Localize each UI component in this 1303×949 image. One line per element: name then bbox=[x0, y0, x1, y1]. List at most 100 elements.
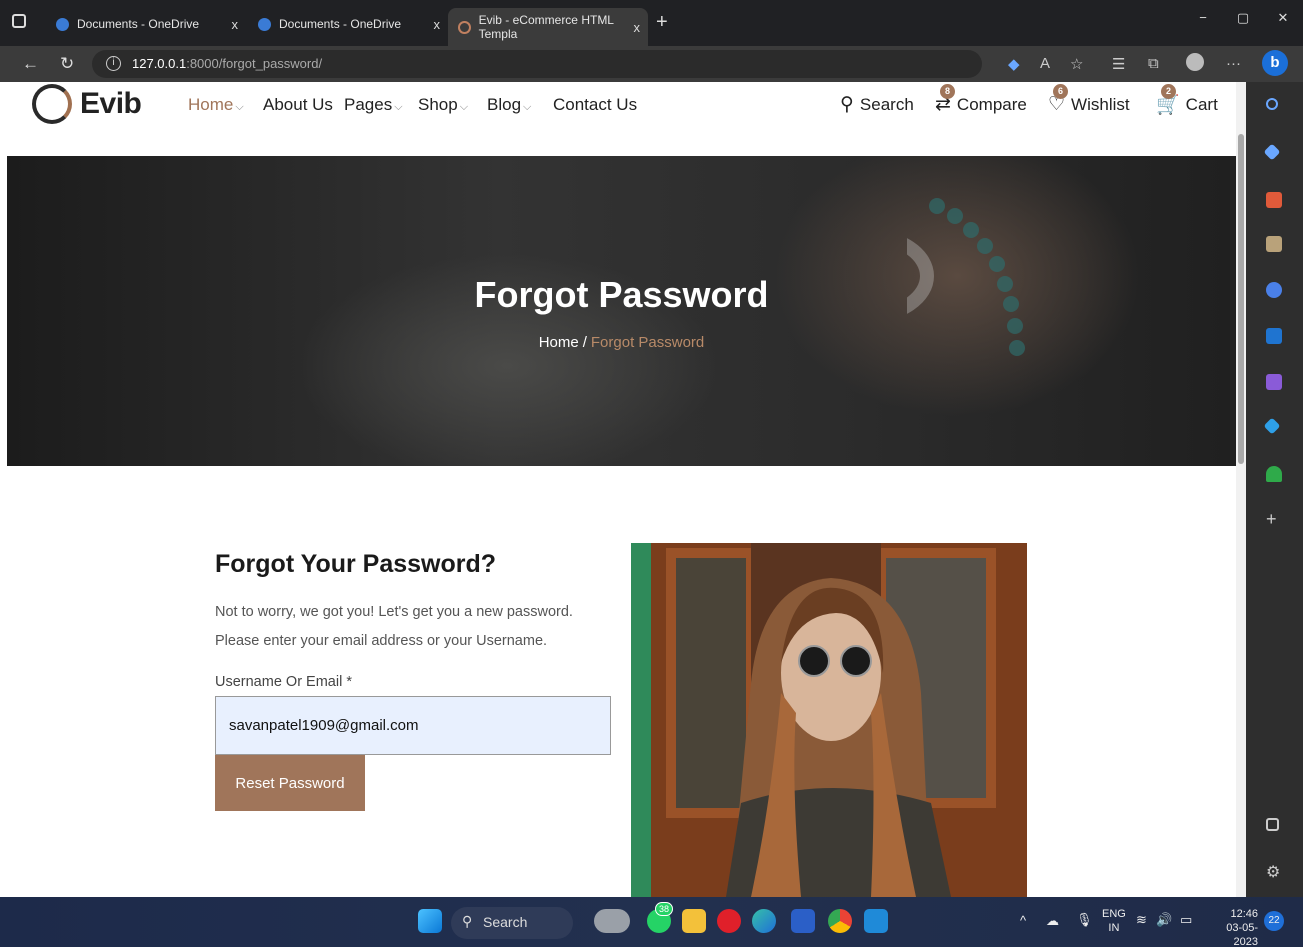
minimize-button[interactable]: − bbox=[1183, 10, 1223, 26]
notification-badge[interactable]: 22 bbox=[1264, 911, 1284, 931]
url-bar[interactable]: i 127.0.0.1:8000/forgot_password/ bbox=[92, 50, 982, 78]
file-explorer-icon[interactable] bbox=[682, 909, 706, 933]
tree-icon[interactable] bbox=[1266, 466, 1282, 482]
scrollbar-thumb[interactable] bbox=[1238, 134, 1244, 464]
search-icon[interactable] bbox=[1266, 98, 1278, 110]
brand-name: Evib bbox=[80, 87, 142, 120]
wishlist-label: Wishlist bbox=[1071, 94, 1130, 114]
favorite-star-icon[interactable]: ☆ bbox=[1070, 55, 1083, 73]
microphone-icon[interactable]: 🎙 bbox=[1076, 912, 1093, 928]
battery-icon[interactable]: ▭ bbox=[1180, 912, 1192, 928]
tab-title: Evib - eCommerce HTML Templa bbox=[478, 13, 614, 41]
nav-pages[interactable]: Pages ⌵ bbox=[344, 95, 403, 115]
whatsapp-icon[interactable]: 38 bbox=[647, 902, 674, 933]
games-icon[interactable] bbox=[1266, 236, 1282, 252]
site-logo[interactable]: Evib bbox=[32, 84, 142, 124]
tab-evib[interactable]: Evib - eCommerce HTML Templa x bbox=[448, 8, 648, 46]
split-screen-icon[interactable] bbox=[1266, 818, 1279, 831]
woman-sunglasses-photo bbox=[631, 543, 1027, 897]
nav-blog[interactable]: Blog ⌵ bbox=[487, 95, 531, 115]
breadcrumb-current: Forgot Password bbox=[590, 334, 705, 351]
site-info-icon[interactable]: i bbox=[106, 56, 121, 71]
tab-onedrive-2[interactable]: Documents - OneDrive x bbox=[248, 9, 448, 39]
region-code: IN bbox=[1108, 922, 1120, 934]
add-sidebar-item-icon[interactable]: + bbox=[1266, 510, 1282, 528]
windows-start-icon[interactable] bbox=[418, 909, 442, 933]
page-hero-banner: Forgot Password Home / Forgot Password bbox=[7, 156, 1236, 466]
tab-close-icon[interactable]: x bbox=[634, 20, 641, 35]
settings-gear-icon[interactable]: ⚙ bbox=[1266, 862, 1282, 881]
compare-icon: ⇄ 8 bbox=[935, 84, 955, 116]
collections-icon[interactable]: ⧉ bbox=[1148, 55, 1159, 72]
browser-sidebar: + ⚙ bbox=[1246, 82, 1303, 897]
taskbar-search-label: Search bbox=[483, 914, 528, 930]
nav-about[interactable]: About Us bbox=[263, 95, 333, 115]
taskbar-search[interactable]: ⚲ Search bbox=[451, 907, 573, 939]
vscode-icon[interactable] bbox=[864, 909, 888, 933]
nav-home[interactable]: Home ⌵ bbox=[188, 95, 244, 115]
opera-icon[interactable] bbox=[717, 909, 741, 933]
onedrive-icon bbox=[258, 17, 271, 31]
compare-count-badge: 8 bbox=[940, 84, 955, 99]
clock[interactable]: 12:46 03-05-2023 bbox=[1204, 907, 1258, 949]
tab-title: Documents - OneDrive bbox=[77, 17, 200, 31]
breadcrumb-home-link[interactable]: Home bbox=[539, 334, 579, 351]
back-arrow-icon[interactable]: ← bbox=[22, 54, 39, 74]
more-menu-icon[interactable]: ··· bbox=[1226, 55, 1241, 72]
nav-label: About Us bbox=[263, 95, 333, 114]
language-code: ENG bbox=[1102, 908, 1126, 920]
koala-widget-icon[interactable] bbox=[594, 909, 630, 933]
search-label: Search bbox=[859, 94, 914, 114]
tab-close-icon[interactable]: x bbox=[232, 17, 239, 32]
profile-avatar-icon[interactable] bbox=[1186, 53, 1204, 71]
address-toolbar: ← ↻ i 127.0.0.1:8000/forgot_password/ ◆ … bbox=[0, 46, 1303, 82]
chevron-down-icon: ⌵ bbox=[394, 101, 403, 113]
reset-password-button[interactable]: Reset Password bbox=[215, 755, 365, 811]
new-tab-button[interactable]: + bbox=[656, 11, 668, 34]
show-hidden-icons[interactable]: ^ bbox=[1020, 913, 1026, 928]
designer-icon[interactable] bbox=[1266, 374, 1282, 390]
header-wishlist[interactable]: ♡ 6 Wishlist bbox=[1048, 84, 1130, 116]
tab-onedrive-1[interactable]: Documents - OneDrive x bbox=[46, 9, 246, 39]
browser-tab-bar: Documents - OneDrive x Documents - OneDr… bbox=[0, 0, 1303, 46]
onedrive-cloud-icon[interactable]: ☁ bbox=[1046, 913, 1059, 929]
refresh-icon[interactable]: ↻ bbox=[60, 54, 74, 74]
clock-time: 12:46 bbox=[1230, 908, 1258, 920]
nav-contact[interactable]: Contact Us bbox=[553, 95, 637, 115]
nav-shop[interactable]: Shop ⌵ bbox=[418, 95, 468, 115]
bing-chat-icon[interactable]: b bbox=[1262, 50, 1288, 76]
breadcrumb-separator: / bbox=[582, 334, 587, 351]
url-host: 127.0.0.1 bbox=[132, 56, 187, 71]
volume-icon[interactable]: 🔊 bbox=[1156, 912, 1172, 928]
edge-icon[interactable] bbox=[752, 909, 776, 933]
page-scrollbar[interactable] bbox=[1236, 82, 1246, 897]
wifi-icon[interactable]: ≋ bbox=[1136, 912, 1147, 928]
nav-label: Blog bbox=[487, 95, 522, 114]
header-search[interactable]: ⚲ Search bbox=[840, 93, 914, 116]
tab-actions-icon[interactable] bbox=[12, 14, 26, 28]
favorites-list-icon[interactable]: ☰ bbox=[1112, 55, 1125, 73]
tools-briefcase-icon[interactable] bbox=[1266, 192, 1282, 208]
restore-button[interactable]: ▢ bbox=[1223, 10, 1263, 26]
chrome-icon[interactable] bbox=[828, 909, 852, 933]
nav-label: Shop bbox=[418, 95, 458, 114]
heart-icon: ♡ 6 bbox=[1048, 84, 1068, 116]
search-icon: ⚲ bbox=[840, 94, 854, 115]
compare-label: Compare bbox=[956, 94, 1027, 114]
shopping-tag-icon[interactable] bbox=[1263, 143, 1281, 161]
tag-icon[interactable]: ◆ bbox=[1008, 55, 1020, 73]
word-icon[interactable] bbox=[791, 909, 815, 933]
outlook-icon[interactable] bbox=[1266, 328, 1282, 344]
header-cart[interactable]: 🛒 2 Cart bbox=[1156, 84, 1218, 117]
search-icon: ⚲ bbox=[462, 913, 473, 929]
window-controls: − ▢ ✕ bbox=[1183, 10, 1303, 26]
read-aloud-icon[interactable]: A bbox=[1040, 55, 1050, 72]
close-window-button[interactable]: ✕ bbox=[1263, 10, 1303, 26]
tab-close-icon[interactable]: x bbox=[434, 17, 441, 32]
header-compare[interactable]: ⇄ 8 Compare bbox=[935, 84, 1027, 116]
language-indicator[interactable]: ENG IN bbox=[1102, 907, 1126, 935]
copilot-icon[interactable] bbox=[1266, 282, 1282, 298]
send-icon[interactable] bbox=[1263, 417, 1281, 435]
tab-title: Documents - OneDrive bbox=[279, 17, 402, 31]
username-email-input[interactable] bbox=[215, 696, 611, 755]
